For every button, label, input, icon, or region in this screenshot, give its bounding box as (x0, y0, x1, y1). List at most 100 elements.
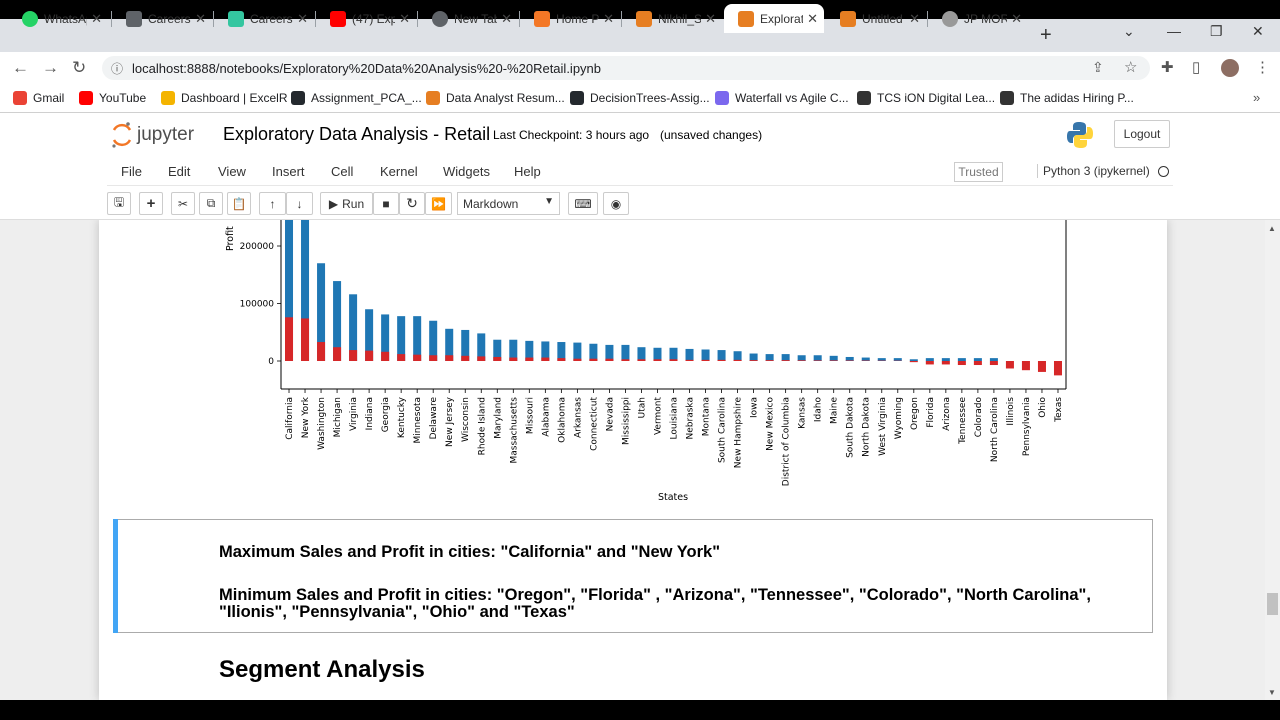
cut-icon[interactable]: ✂ (171, 192, 195, 215)
kernel-name[interactable]: Python 3 (ipykernel) (1037, 164, 1150, 178)
menu-help[interactable]: Help (514, 164, 541, 179)
close-tab-icon[interactable]: ✕ (1011, 11, 1022, 27)
insert-cell-icon[interactable]: + (139, 192, 163, 215)
x-tick-label: Idaho (814, 397, 824, 423)
bookmark-star-icon[interactable]: ☆ (1124, 58, 1137, 76)
bar-red (557, 358, 566, 361)
scrollbar-thumb[interactable] (1267, 593, 1278, 615)
browser-tab-label: Careers (250, 11, 293, 26)
minimize-icon[interactable]: — (1167, 23, 1181, 39)
menu-insert[interactable]: Insert (272, 164, 305, 179)
bar-blue (941, 358, 950, 361)
chevron-down-icon: ▼ (544, 196, 554, 207)
keyboard-icon[interactable]: ⌨ (568, 192, 598, 215)
close-tab-icon[interactable]: ✕ (501, 11, 512, 27)
x-tick-label: Arizona (942, 397, 952, 431)
bookmark-item[interactable]: The adidas Hiring P... (1000, 91, 1134, 105)
browser-tab[interactable]: Home Pa✕ (520, 4, 620, 33)
browser-menu-icon[interactable]: ⋮ (1255, 58, 1270, 76)
sidepanel-icon[interactable]: ▯ (1192, 58, 1200, 76)
browser-tab[interactable]: New Tab ✕ (418, 4, 518, 33)
paste-icon[interactable]: 📋 (227, 192, 251, 215)
close-tab-icon[interactable]: ✕ (807, 11, 818, 27)
reload-icon[interactable]: ↻ (72, 58, 86, 78)
browser-tab[interactable]: Untitled ✕ (826, 4, 926, 33)
tab-search-icon[interactable]: ⌄ (1123, 23, 1135, 40)
back-icon[interactable]: ← (12, 58, 29, 78)
close-tab-icon[interactable]: ✕ (705, 11, 716, 27)
jupyter-logo[interactable]: jupyter (110, 120, 210, 150)
move-up-icon[interactable]: ↑ (259, 192, 286, 215)
browser-tab[interactable]: Nikhil_Sa✕ (622, 4, 722, 33)
bar-blue (733, 351, 742, 361)
browser-tab[interactable]: JP MORG✕ (928, 4, 1028, 33)
run-button[interactable]: ▶ Run (320, 192, 373, 215)
bookmark-item[interactable]: DecisionTrees-Assig... (570, 91, 710, 105)
logout-button[interactable]: Logout (1114, 120, 1170, 148)
forward-icon[interactable]: → (42, 58, 59, 78)
bookmark-item[interactable]: YouTube (79, 91, 146, 105)
leaf-icon (228, 10, 244, 27)
close-tab-icon[interactable]: ✕ (603, 11, 614, 27)
bar-red (989, 361, 998, 366)
menu-edit[interactable]: Edit (168, 164, 190, 179)
x-tick-label: Georgia (381, 397, 391, 432)
more-bookmarks-icon[interactable]: » (1253, 90, 1260, 105)
menu-widgets[interactable]: Widgets (443, 164, 490, 179)
browser-tab[interactable]: WhatsAp ✕ (8, 4, 108, 33)
menu-cell[interactable]: Cell (331, 164, 353, 179)
close-tab-icon[interactable]: ✕ (91, 11, 102, 27)
trusted-indicator[interactable]: Trusted (954, 162, 1003, 182)
bar-red (717, 359, 726, 361)
restart-icon[interactable]: ↻ (399, 192, 425, 215)
bookmark-item[interactable]: Gmail (13, 91, 64, 105)
bookmark-item[interactable]: Data Analyst Resum... (426, 91, 565, 105)
restore-icon[interactable]: ❐ (1210, 23, 1223, 40)
browser-tab-label: New Tab (454, 11, 498, 26)
site-info-icon[interactable]: ⓘ (111, 60, 123, 77)
move-down-icon[interactable]: ↓ (286, 192, 313, 215)
close-tab-icon[interactable]: ✕ (909, 11, 920, 27)
restart-run-all-icon[interactable]: ⏩ (425, 192, 452, 215)
menu-kernel[interactable]: Kernel (380, 164, 418, 179)
x-tick-label: Ohio (1038, 397, 1048, 418)
share-icon[interactable]: ⇪ (1092, 59, 1104, 76)
bar-red (1037, 361, 1046, 372)
cell-type-select[interactable]: Markdown ▼ (457, 192, 560, 215)
copy-icon[interactable]: ⧉ (199, 192, 223, 215)
save-icon[interactable]: 🖫 (107, 192, 131, 215)
x-tick-label: Utah (637, 397, 647, 418)
notebook-title[interactable]: Exploratory Data Analysis - Retail (223, 124, 490, 145)
browser-tab[interactable]: Explorat ✕ (724, 4, 824, 33)
y-tick-label: 100000 (240, 300, 275, 310)
menu-file[interactable]: File (121, 164, 142, 179)
x-tick-label: Washington (317, 397, 327, 450)
markdown-line-max: Maximum Sales and Profit in cities: "Cal… (219, 543, 721, 561)
x-tick-label: Connecticut (589, 397, 599, 451)
browser-tab[interactable]: (47) Expl✕ (316, 4, 416, 33)
close-tab-icon[interactable]: ✕ (399, 11, 410, 27)
scrollbar[interactable]: ▲ ▼ (1265, 220, 1280, 700)
bookmark-item[interactable]: TCS iON Digital Lea... (857, 91, 995, 105)
bookmark-item[interactable]: Dashboard | ExcelR (161, 91, 288, 105)
github-icon[interactable]: ◉ (603, 192, 629, 215)
browser-tab-label: Home Pa (556, 11, 600, 26)
new-tab-button[interactable]: + (1040, 24, 1052, 47)
run-icon: ▶ (328, 196, 339, 211)
scroll-down-icon[interactable]: ▼ (1268, 688, 1276, 697)
interrupt-icon[interactable]: ■ (373, 192, 399, 215)
bar-red (797, 360, 806, 361)
scroll-up-icon[interactable]: ▲ (1268, 224, 1276, 233)
bookmark-item[interactable]: Assignment_PCA_... (291, 91, 422, 105)
whatsapp-icon (22, 10, 38, 27)
menu-view[interactable]: View (218, 164, 246, 179)
browser-tab[interactable]: Careers ✕ (214, 4, 314, 33)
browser-tab[interactable]: Careers ✕ (112, 4, 212, 33)
close-window-icon[interactable]: ✕ (1252, 23, 1264, 40)
close-tab-icon[interactable]: ✕ (195, 11, 206, 27)
url-omnibox[interactable]: ⓘ localhost:8888/notebooks/Exploratory%2… (102, 56, 1150, 80)
bookmark-item[interactable]: Waterfall vs Agile C... (715, 91, 849, 105)
profile-avatar[interactable] (1221, 59, 1239, 77)
close-tab-icon[interactable]: ✕ (297, 11, 308, 27)
extensions-icon[interactable]: ✚ (1161, 58, 1174, 76)
